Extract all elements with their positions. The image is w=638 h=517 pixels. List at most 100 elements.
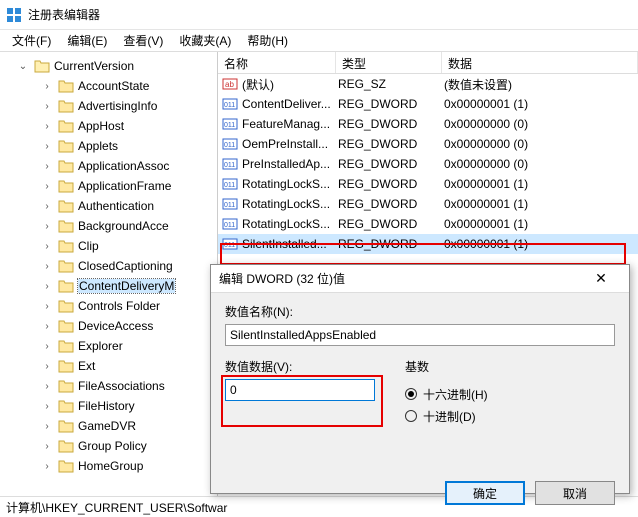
folder-icon xyxy=(58,339,74,353)
value-data: 0x00000001 (1) xyxy=(444,177,638,191)
expand-icon[interactable]: › xyxy=(40,141,54,152)
value-row[interactable]: 011 RotatingLockS... REG_DWORD 0x0000000… xyxy=(218,214,638,234)
menu-file[interactable]: 文件(F) xyxy=(6,30,57,51)
tree-item[interactable]: › ContentDeliveryM xyxy=(0,276,217,296)
value-name: ContentDeliver... xyxy=(242,97,338,111)
value-data-input[interactable] xyxy=(225,379,375,401)
menu-help[interactable]: 帮助(H) xyxy=(241,30,294,51)
expand-icon[interactable]: › xyxy=(40,81,54,92)
expand-icon[interactable]: › xyxy=(40,361,54,372)
tree-item[interactable]: › Ext xyxy=(0,356,217,376)
tree-item-label: AccountState xyxy=(78,79,149,93)
tree-item[interactable]: › Authentication xyxy=(0,196,217,216)
tree-item[interactable]: › Group Policy xyxy=(0,436,217,456)
value-row[interactable]: 011 OemPreInstall... REG_DWORD 0x0000000… xyxy=(218,134,638,154)
value-type: REG_DWORD xyxy=(338,97,444,111)
svg-text:ab: ab xyxy=(225,80,234,89)
tree-item[interactable]: › ClosedCaptioning xyxy=(0,256,217,276)
radio-hex-label: 十六进制(H) xyxy=(423,386,488,403)
value-row[interactable]: 011 RotatingLockS... REG_DWORD 0x0000000… xyxy=(218,194,638,214)
expand-icon[interactable]: › xyxy=(40,421,54,432)
folder-open-icon xyxy=(34,59,50,73)
value-data: 0x00000000 (0) xyxy=(444,117,638,131)
header-type[interactable]: 类型 xyxy=(336,52,442,73)
value-name-input[interactable] xyxy=(225,324,615,346)
collapse-icon[interactable]: ⌄ xyxy=(16,61,30,72)
tree-item[interactable]: › ApplicationAssoc xyxy=(0,156,217,176)
expand-icon[interactable]: › xyxy=(40,341,54,352)
ok-button[interactable]: 确定 xyxy=(445,481,525,505)
edit-dword-dialog: 编辑 DWORD (32 位)值 ✕ 数值名称(N): 数值数据(V): 基数 … xyxy=(210,264,630,494)
expand-icon[interactable]: › xyxy=(40,281,54,292)
tree-item[interactable]: › AppHost xyxy=(0,116,217,136)
expand-icon[interactable]: › xyxy=(40,221,54,232)
tree-item[interactable]: › FileAssociations xyxy=(0,376,217,396)
close-button[interactable]: ✕ xyxy=(581,270,621,287)
menu-fav[interactable]: 收藏夹(A) xyxy=(173,30,237,51)
value-type: REG_DWORD xyxy=(338,117,444,131)
value-type: REG_DWORD xyxy=(338,157,444,171)
header-name[interactable]: 名称 xyxy=(218,52,336,73)
tree-item[interactable]: › Applets xyxy=(0,136,217,156)
expand-icon[interactable]: › xyxy=(40,181,54,192)
tree-item[interactable]: › ApplicationFrame xyxy=(0,176,217,196)
tree-root[interactable]: ⌄ CurrentVersion xyxy=(0,56,217,76)
tree-item-label: BackgroundAcce xyxy=(78,219,169,233)
expand-icon[interactable]: › xyxy=(40,101,54,112)
expand-icon[interactable]: › xyxy=(40,321,54,332)
value-name: (默认) xyxy=(242,76,338,93)
expand-icon[interactable]: › xyxy=(40,461,54,472)
tree-item[interactable]: › AccountState xyxy=(0,76,217,96)
dialog-title: 编辑 DWORD (32 位)值 xyxy=(219,270,581,287)
header-data[interactable]: 数据 xyxy=(442,52,638,73)
value-type: REG_DWORD xyxy=(338,197,444,211)
tree-item[interactable]: › DeviceAccess xyxy=(0,316,217,336)
value-row[interactable]: 011 FeatureManag... REG_DWORD 0x00000000… xyxy=(218,114,638,134)
menubar: 文件(F) 编辑(E) 查看(V) 收藏夹(A) 帮助(H) xyxy=(0,30,638,52)
expand-icon[interactable]: › xyxy=(40,401,54,412)
expand-icon[interactable]: › xyxy=(40,261,54,272)
tree-item-label: HomeGroup xyxy=(78,459,143,473)
binary-value-icon: 011 xyxy=(222,196,238,212)
folder-icon xyxy=(58,319,74,333)
folder-icon xyxy=(58,159,74,173)
tree-item-label: ApplicationAssoc xyxy=(78,159,169,173)
expand-icon[interactable]: › xyxy=(40,301,54,312)
radio-dec[interactable]: 十进制(D) xyxy=(405,405,488,427)
tree-item[interactable]: › FileHistory xyxy=(0,396,217,416)
expand-icon[interactable]: › xyxy=(40,441,54,452)
menu-view[interactable]: 查看(V) xyxy=(117,30,169,51)
value-row[interactable]: 011 PreInstalledAp... REG_DWORD 0x000000… xyxy=(218,154,638,174)
expand-icon[interactable]: › xyxy=(40,381,54,392)
expand-icon[interactable]: › xyxy=(40,121,54,132)
expand-icon[interactable]: › xyxy=(40,161,54,172)
cancel-button[interactable]: 取消 xyxy=(535,481,615,505)
tree-item[interactable]: › GameDVR xyxy=(0,416,217,436)
value-row[interactable]: ab (默认) REG_SZ (数值未设置) xyxy=(218,74,638,94)
expand-icon[interactable]: › xyxy=(40,241,54,252)
binary-value-icon: 011 xyxy=(222,236,238,252)
tree-panel[interactable]: ⌄ CurrentVersion › AccountState› Adverti… xyxy=(0,52,218,496)
svg-text:011: 011 xyxy=(224,102,235,109)
svg-text:011: 011 xyxy=(224,122,235,129)
tree-item-label: AppHost xyxy=(78,119,124,133)
binary-value-icon: 011 xyxy=(222,216,238,232)
tree-item-label: GameDVR xyxy=(78,419,136,433)
folder-icon xyxy=(58,219,74,233)
tree-item[interactable]: › BackgroundAcce xyxy=(0,216,217,236)
tree-item-label: Clip xyxy=(78,239,99,253)
tree-item[interactable]: › AdvertisingInfo xyxy=(0,96,217,116)
value-row[interactable]: 011 RotatingLockS... REG_DWORD 0x0000000… xyxy=(218,174,638,194)
value-row[interactable]: 011 ContentDeliver... REG_DWORD 0x000000… xyxy=(218,94,638,114)
value-row[interactable]: 011 SilentInstalled... REG_DWORD 0x00000… xyxy=(218,234,638,254)
tree-item[interactable]: › HomeGroup xyxy=(0,456,217,476)
tree-item-label: Applets xyxy=(78,139,118,153)
value-name: SilentInstalled... xyxy=(242,237,338,251)
menu-edit[interactable]: 编辑(E) xyxy=(61,30,113,51)
tree-item[interactable]: › Clip xyxy=(0,236,217,256)
expand-icon[interactable]: › xyxy=(40,201,54,212)
radio-hex[interactable]: 十六进制(H) xyxy=(405,383,488,405)
tree-item[interactable]: › Controls Folder xyxy=(0,296,217,316)
tree-item[interactable]: › Explorer xyxy=(0,336,217,356)
string-value-icon: ab xyxy=(222,76,238,92)
